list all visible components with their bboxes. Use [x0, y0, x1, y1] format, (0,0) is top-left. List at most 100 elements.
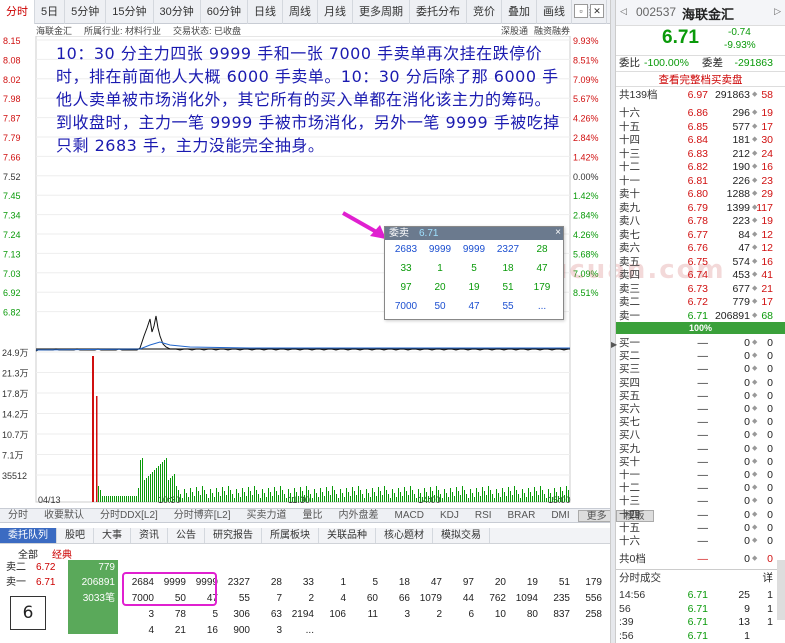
indicator-tab[interactable]: MACD [386, 509, 431, 522]
queue-cell[interactable]: 106 [312, 607, 346, 623]
queue-cell[interactable]: 11 [344, 607, 378, 623]
queue-cell[interactable]: 5 [344, 575, 378, 591]
indicator-tab[interactable]: 量比 [294, 509, 330, 522]
queue-cell[interactable]: ... [280, 623, 314, 639]
queue-cell[interactable]: 44 [440, 591, 474, 607]
panel-tab[interactable]: 资讯 [131, 528, 168, 543]
panel-tab[interactable]: 所属板块 [262, 528, 319, 543]
queue-cell[interactable]: 3 [120, 607, 154, 623]
indicator-tab[interactable]: 内外盘差 [330, 509, 386, 522]
annotation-text: 10：30 分主力四张 9999 手和一张 7000 手卖单再次挂在跌停价时，排… [56, 44, 560, 155]
queue-cell[interactable]: 2327 [216, 575, 250, 591]
side-scrollbar[interactable] [777, 560, 785, 620]
queue-cell[interactable]: 6 [440, 607, 474, 623]
back-icon[interactable]: ◁ [620, 6, 627, 17]
queue-cell[interactable]: 4 [120, 623, 154, 639]
period-tab[interactable]: 周线 [283, 0, 318, 24]
queue-cell[interactable]: 60 [344, 591, 378, 607]
queue-cell[interactable]: 28 [248, 575, 282, 591]
queue-cell[interactable]: 66 [376, 591, 410, 607]
queue-cell[interactable]: 837 [536, 607, 570, 623]
queue-cell[interactable]: 33 [280, 575, 314, 591]
period-tab[interactable]: 委托分布 [410, 0, 467, 24]
queue-cell[interactable]: 16 [184, 623, 218, 639]
period-tab[interactable]: 日线 [248, 0, 283, 24]
period-tab[interactable]: 叠加 [502, 0, 537, 24]
indicator-tab[interactable]: BRAR [500, 509, 544, 522]
trades-more-link[interactable]: 详 [749, 570, 774, 586]
period-tab[interactable]: 60分钟 [201, 0, 248, 24]
period-tab[interactable]: 分时 [0, 0, 35, 24]
queue-cell[interactable]: 7 [248, 591, 282, 607]
queue-cell[interactable]: 97 [440, 575, 474, 591]
close-icon[interactable]: ✕ [590, 4, 604, 18]
queue-cell[interactable]: 306 [216, 607, 250, 623]
queue-cell[interactable]: 5 [184, 607, 218, 623]
queue-cell[interactable]: 258 [568, 607, 602, 623]
panel-tab[interactable]: 关联品种 [319, 528, 376, 543]
subtab-all[interactable]: 全部 [18, 546, 38, 561]
subtab-classic[interactable]: 经典 [52, 546, 72, 561]
period-tab[interactable]: 更多周期 [353, 0, 410, 24]
indicator-tab[interactable]: 分时博弈[L2] [166, 509, 239, 522]
panel-tab[interactable]: 模拟交易 [433, 528, 490, 543]
indicator-tab[interactable]: 买卖力道 [238, 509, 294, 522]
row-count: 24 [761, 147, 773, 160]
panel-tab[interactable]: 股吧 [57, 528, 94, 543]
panel-tab[interactable]: 研究报告 [205, 528, 262, 543]
period-tab[interactable]: 30分钟 [154, 0, 201, 24]
queue-cell[interactable]: 19 [504, 575, 538, 591]
volume-bar [438, 490, 439, 502]
period-tab[interactable]: 画线 [537, 0, 572, 24]
period-tab[interactable]: 5分钟 [65, 0, 107, 24]
queue-cell[interactable]: 2 [280, 591, 314, 607]
period-tab[interactable]: 15分钟 [106, 0, 154, 24]
queue-cell[interactable]: 1094 [504, 591, 538, 607]
indicator-tab[interactable]: 分时 [0, 509, 36, 522]
full-orderbook-link[interactable]: 查看完整档买卖盘 [616, 71, 785, 87]
queue-cell[interactable]: 3 [376, 607, 410, 623]
queue-cell[interactable]: 235 [536, 591, 570, 607]
queue-cell[interactable]: 1079 [408, 591, 442, 607]
indicator-tab[interactable]: RSI [467, 509, 500, 522]
forward-icon[interactable]: ▷ [774, 6, 781, 17]
queue-cell[interactable]: 2194 [280, 607, 314, 623]
queue-cell[interactable]: 80 [504, 607, 538, 623]
queue-cell[interactable]: 762 [472, 591, 506, 607]
volume-bar [550, 493, 551, 502]
period-tab[interactable]: 5日 [35, 0, 66, 24]
queue-cell[interactable]: 51 [536, 575, 570, 591]
panel-tab[interactable]: 核心题材 [376, 528, 433, 543]
queue-cell[interactable]: 21 [152, 623, 186, 639]
volume-bar [426, 492, 427, 502]
queue-cell[interactable]: 78 [152, 607, 186, 623]
volume-bar [290, 493, 291, 502]
queue-cell[interactable]: 63 [248, 607, 282, 623]
panel-tab[interactable]: 委托队列 [0, 528, 57, 543]
queue-cell[interactable]: 2 [408, 607, 442, 623]
queue-cell[interactable]: 20 [472, 575, 506, 591]
queue-cell[interactable]: 47 [408, 575, 442, 591]
pointer-arrow-icon [342, 211, 386, 239]
queue-cell[interactable]: 556 [568, 591, 602, 607]
period-tab[interactable]: 月线 [318, 0, 353, 24]
indicator-tab[interactable]: DMI [543, 509, 577, 522]
queue-cell[interactable]: 900 [216, 623, 250, 639]
ask-row: 卖七 6.77 84 ◆ 12 [616, 228, 785, 242]
queue-cell[interactable]: 179 [568, 575, 602, 591]
queue-cell[interactable]: 55 [216, 591, 250, 607]
queue-cell[interactable]: 3 [248, 623, 282, 639]
panel-tab[interactable]: 大事 [94, 528, 131, 543]
period-tab[interactable]: 竞价 [467, 0, 502, 24]
queue-cell[interactable]: 1 [312, 575, 346, 591]
popup-close-icon[interactable]: × [555, 227, 561, 238]
queue-cell[interactable]: 10 [472, 607, 506, 623]
indicator-tab[interactable]: 分时DDX[L2] [92, 509, 166, 522]
volume-bar [476, 488, 477, 502]
panel-tab[interactable]: 公告 [168, 528, 205, 543]
indicator-tab[interactable]: KDJ [432, 509, 467, 522]
queue-cell[interactable]: 4 [312, 591, 346, 607]
queue-cell[interactable]: 18 [376, 575, 410, 591]
indicator-tab[interactable]: 收要默认 [36, 509, 92, 522]
restore-icon[interactable]: ▫ [574, 4, 588, 18]
